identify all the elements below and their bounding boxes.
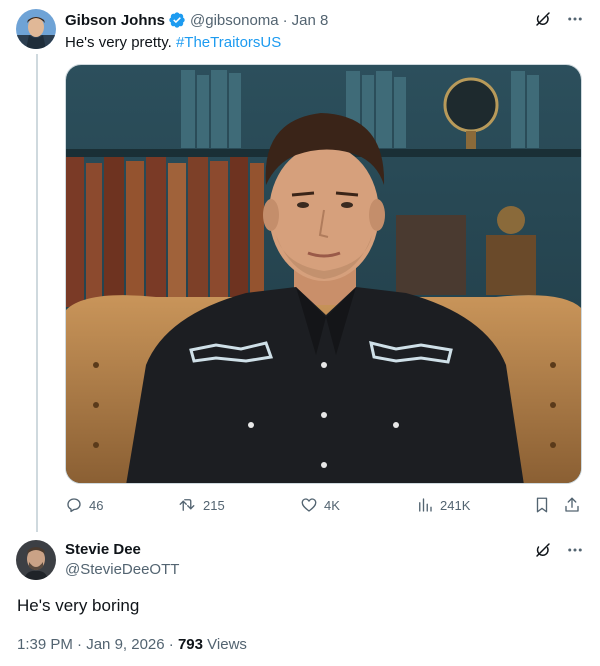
share-button[interactable] — [563, 496, 581, 514]
reply-icon — [67, 498, 81, 513]
reply-count: 46 — [89, 497, 104, 513]
tweet-body: He's very pretty. — [65, 34, 172, 51]
reply-top-actions — [534, 541, 584, 559]
heart-icon — [301, 498, 317, 512]
reply-meta: 1:39 PM · Jan 9, 2026 · 793 Views — [17, 635, 247, 655]
views-count: 241K — [440, 497, 471, 513]
like-count: 4K — [324, 497, 340, 513]
tweet-photo[interactable] — [65, 64, 582, 484]
more-icon[interactable] — [566, 10, 584, 28]
like-button[interactable]: 4K — [300, 496, 340, 514]
repost-icon — [179, 499, 195, 511]
reply-text: He's very boring — [17, 596, 140, 615]
repost-count: 215 — [203, 497, 225, 513]
thread-line — [36, 54, 38, 532]
views-button[interactable]: 241K — [416, 496, 470, 514]
tweet-actions: 46 215 4K 241K — [65, 496, 585, 516]
separator: · — [77, 636, 83, 653]
author-name[interactable]: Stevie Dee — [65, 540, 141, 560]
author-name[interactable]: Gibson Johns — [65, 12, 165, 29]
grok-icon[interactable] — [534, 541, 552, 559]
reply-views-label: Views — [207, 636, 247, 653]
avatar[interactable] — [16, 9, 56, 49]
share-icon — [565, 497, 579, 512]
avatar[interactable] — [16, 540, 56, 580]
grok-icon[interactable] — [534, 10, 552, 28]
reply-date[interactable]: Jan 9, 2026 — [86, 636, 164, 653]
more-icon[interactable] — [566, 541, 584, 559]
tweet-text: He's very pretty. #TheTraitorsUS — [65, 33, 281, 53]
bookmark-button[interactable] — [533, 496, 551, 514]
tweet-header: Gibson Johns @gibsonoma · Jan 8 — [65, 10, 328, 30]
reply-button[interactable]: 46 — [65, 496, 103, 514]
hashtag-link[interactable]: #TheTraitorsUS — [176, 34, 281, 51]
author-handle[interactable]: @StevieDeeOTT — [65, 560, 179, 580]
bookmark-icon — [536, 497, 548, 513]
separator: · — [168, 636, 174, 653]
verified-badge-icon[interactable] — [168, 11, 186, 29]
repost-button[interactable]: 215 — [177, 496, 225, 514]
author-handle[interactable]: @gibsonoma — [190, 12, 279, 29]
views-icon — [419, 498, 432, 512]
reply-time[interactable]: 1:39 PM — [17, 636, 73, 653]
tweet-top-actions — [534, 10, 584, 28]
separator: · — [282, 11, 288, 29]
reply-views-count: 793 — [177, 636, 203, 653]
tweet-date[interactable]: Jan 8 — [292, 12, 329, 29]
